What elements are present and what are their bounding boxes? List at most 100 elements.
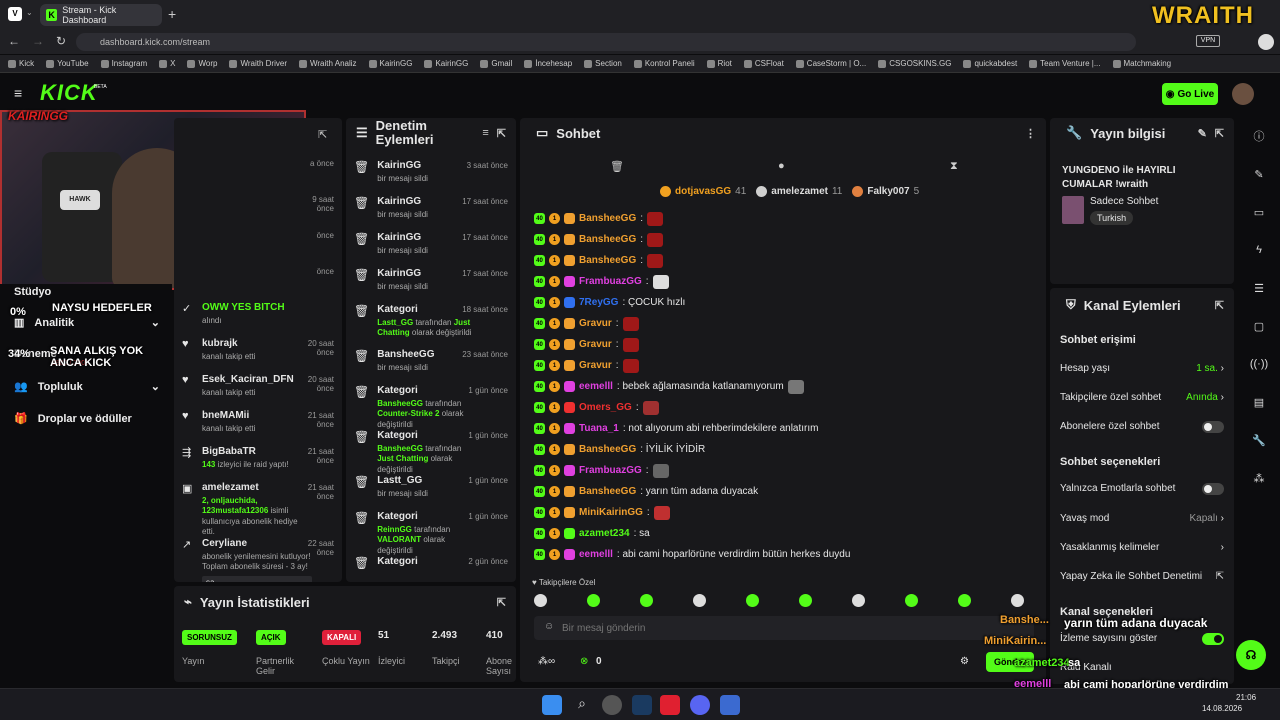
chat-username[interactable]: BansheeGG xyxy=(579,213,636,224)
top-gifter[interactable]: amelezamet 11 xyxy=(756,186,842,197)
sidebar-item-analytics[interactable]: ▥ Analitik ⌄ xyxy=(14,316,160,330)
bookmark-item[interactable]: Kick xyxy=(8,59,34,68)
bookmark-item[interactable]: Team Venture |... xyxy=(1029,59,1101,68)
windows-start-icon[interactable] xyxy=(542,695,562,715)
bookmark-item[interactable]: Worp xyxy=(187,59,217,68)
top-gifter[interactable]: dotjavasGG 41 xyxy=(660,186,746,197)
followers-chat-row[interactable]: Takipçilere özel sohbet Anında › xyxy=(1050,383,1234,412)
bookmark-item[interactable]: Riot xyxy=(706,59,732,68)
vpn-badge[interactable]: VPN xyxy=(1196,35,1220,47)
go-live-button[interactable]: ◉ Go Live xyxy=(1162,83,1218,105)
bookmark-item[interactable]: Section xyxy=(584,59,622,68)
emote-picker-item[interactable] xyxy=(693,594,706,607)
chat-username[interactable]: MiniKairinGG xyxy=(579,507,643,518)
bookmark-item[interactable]: İncehesap xyxy=(524,59,572,68)
chat-username[interactable]: Gravur xyxy=(579,318,612,329)
bookmark-item[interactable]: Matchmaking xyxy=(1112,59,1171,68)
tab-kick-dashboard[interactable]: K Stream - Kick Dashboard xyxy=(40,4,162,26)
broadcast-icon[interactable]: ((·)) xyxy=(1247,352,1271,376)
sidebar-item-studio[interactable]: Stüdyo xyxy=(14,286,51,298)
ai-moderation-row[interactable]: Yapay Zeka ile Sohbet Denetimi ⇱ xyxy=(1050,562,1234,591)
bookmark-item[interactable]: KairinGG xyxy=(368,59,412,68)
card-icon[interactable]: ▭ xyxy=(1247,200,1271,224)
chat-username[interactable]: FrambuazGG xyxy=(579,465,642,476)
emote-only-toggle[interactable] xyxy=(1202,482,1224,495)
subs-chat-toggle[interactable] xyxy=(1202,420,1224,433)
chat-username[interactable]: BansheeGG xyxy=(579,255,636,266)
discord-icon[interactable] xyxy=(690,695,710,715)
emote-picker-item[interactable] xyxy=(534,594,547,607)
banned-words-row[interactable]: Yasaklanmış kelimeler › xyxy=(1050,533,1234,562)
wrench-icon[interactable]: 🔧 xyxy=(1247,428,1271,452)
slow-mode-row[interactable]: Yavaş mod Kapalı › xyxy=(1050,504,1234,533)
chat-username[interactable]: Gravur xyxy=(579,360,612,371)
bookmark-item[interactable]: CaseStorm | O... xyxy=(795,59,866,68)
edit-icon[interactable]: ✎ xyxy=(1198,127,1207,140)
lightning-icon[interactable]: ϟ xyxy=(1247,238,1271,262)
bookmark-item[interactable]: X xyxy=(159,59,175,68)
bookmark-item[interactable]: Kontrol Paneli xyxy=(633,59,695,68)
emote-picker-item[interactable] xyxy=(958,594,971,607)
bookmark-item[interactable]: Wraith Driver xyxy=(229,59,287,68)
bookmark-item[interactable]: YouTube xyxy=(46,59,89,68)
popout-icon[interactable]: ⇱ xyxy=(318,128,327,141)
kick-logo[interactable]: KICK xyxy=(40,80,98,106)
chat-username[interactable]: eemelll xyxy=(579,381,613,392)
bookmark-item[interactable]: KairinGG xyxy=(424,59,468,68)
url-field[interactable]: dashboard.kick.com/stream xyxy=(76,33,1136,51)
chat-icon[interactable]: ▢ xyxy=(1247,314,1271,338)
emote-picker-item[interactable] xyxy=(640,594,653,607)
forward-icon[interactable]: → xyxy=(32,34,44,48)
emoji-icon[interactable]: ☺ xyxy=(544,621,554,632)
bookmark-item[interactable]: Wraith Analiz xyxy=(298,59,357,68)
popout-icon[interactable]: ⇱ xyxy=(1215,299,1224,312)
app-icon[interactable] xyxy=(720,695,740,715)
popout-icon[interactable]: ⇱ xyxy=(497,127,506,140)
top-gifter[interactable]: Falky007 5 xyxy=(852,186,919,197)
emote-picker-item[interactable] xyxy=(746,594,759,607)
bookmark-item[interactable]: quickabdest xyxy=(963,59,1017,68)
vivaldi-icon[interactable] xyxy=(660,695,680,715)
bookmark-item[interactable]: Instagram xyxy=(100,59,147,68)
emote-picker-item[interactable] xyxy=(1011,594,1024,607)
reload-icon[interactable]: ↻ xyxy=(56,34,66,48)
bookmark-item[interactable]: CSGOSKINS.GG xyxy=(878,59,951,68)
more-options-icon[interactable]: ⋮ xyxy=(1025,127,1036,140)
filter-icon[interactable]: ≡ xyxy=(482,127,488,139)
search-icon[interactable]: ⌕ xyxy=(572,695,592,715)
share-icon[interactable]: ⁂ xyxy=(1247,466,1271,490)
trash-icon[interactable]: 🗑 xyxy=(610,160,624,173)
list-icon[interactable]: ☰ xyxy=(1247,276,1271,300)
bookmark-item[interactable]: CSFloat xyxy=(743,59,784,68)
language-tag[interactable]: Turkish xyxy=(1090,211,1134,225)
chat-username[interactable]: BansheeGG xyxy=(579,444,636,455)
chat-username[interactable]: 7ReyGG xyxy=(579,297,618,308)
app-icon[interactable] xyxy=(602,695,622,715)
chat-input[interactable] xyxy=(562,618,952,638)
hourglass-icon[interactable]: ⧗ xyxy=(950,160,958,173)
stack-icon[interactable]: ▤ xyxy=(1247,390,1271,414)
chat-username[interactable]: eemelll xyxy=(579,549,613,560)
chat-bubble-icon[interactable]: ● xyxy=(778,160,785,172)
emote-picker-item[interactable] xyxy=(905,594,918,607)
chat-username[interactable]: BansheeGG xyxy=(579,486,636,497)
emote-picker-item[interactable] xyxy=(587,594,600,607)
tab-list-icon[interactable]: ⌄ xyxy=(26,8,33,17)
chat-username[interactable]: BansheeGG xyxy=(579,234,636,245)
steam-icon[interactable] xyxy=(632,695,652,715)
user-avatar[interactable] xyxy=(1232,83,1254,105)
new-tab-button[interactable]: + xyxy=(168,6,176,22)
chat-username[interactable]: FrambuazGG xyxy=(579,276,642,287)
support-button[interactable]: ☊ xyxy=(1236,640,1266,670)
moderator-tools-icon[interactable]: ⁂∞ xyxy=(538,656,555,667)
pen-icon[interactable]: ✎ xyxy=(1247,162,1271,186)
chat-username[interactable]: Tuana_1 xyxy=(579,423,619,434)
info-icon[interactable]: ⓘ xyxy=(1247,124,1271,148)
back-icon[interactable]: ← xyxy=(8,34,20,48)
emote-picker-item[interactable] xyxy=(799,594,812,607)
chat-username[interactable]: Omers_GG xyxy=(579,402,632,413)
account-age-row[interactable]: Hesap yaşı 1 sa. › xyxy=(1050,354,1234,383)
popout-icon[interactable]: ⇱ xyxy=(1215,127,1224,140)
emote-picker-item[interactable] xyxy=(852,594,865,607)
chat-username[interactable]: Gravur xyxy=(579,339,612,350)
